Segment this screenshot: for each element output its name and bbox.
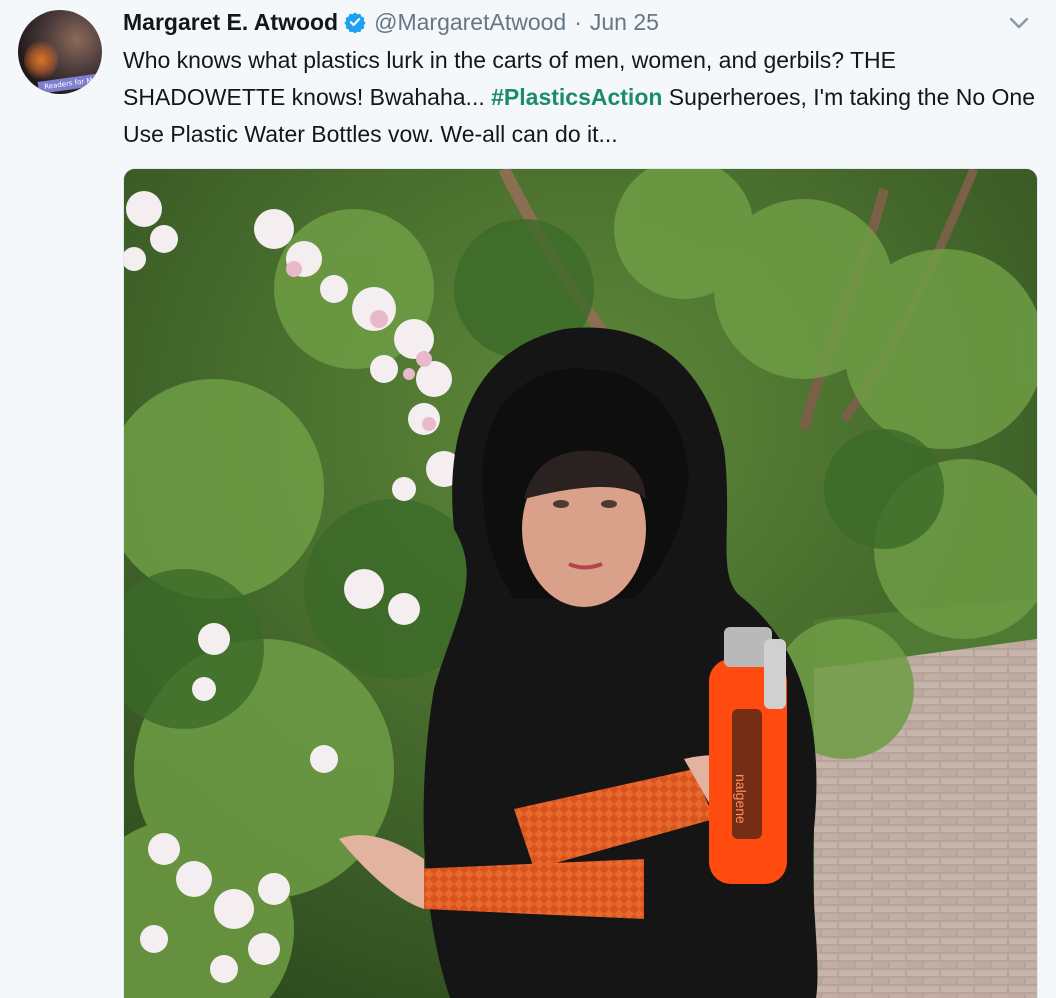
author-handle[interactable]: @MargaretAtwood [374,9,566,36]
header-separator: · [574,8,582,35]
hashtag-link[interactable]: #PlasticsAction [491,84,662,110]
tweet-text: Who knows what plastics lurk in the cart… [123,42,1038,153]
tweet-header: Margaret E. Atwood @MargaretAtwood · Jun… [123,6,659,38]
knitted-glove-left [414,859,644,919]
bottle-label: nalgene [733,774,749,824]
water-bottle: nalgene [709,627,787,884]
chevron-down-icon[interactable] [1008,12,1030,34]
author-avatar[interactable]: Readers for M [18,10,102,94]
avatar-glow [24,40,58,80]
verified-badge-icon [344,11,366,34]
tweet-photo[interactable]: nalgene [123,168,1038,998]
author-name[interactable]: Margaret E. Atwood [123,9,338,36]
face [522,450,646,607]
photo-illustration: nalgene [124,169,1037,998]
tweet-card: Readers for M Margaret E. Atwood @Margar… [0,0,1056,998]
tweet-date[interactable]: Jun 25 [590,9,659,36]
